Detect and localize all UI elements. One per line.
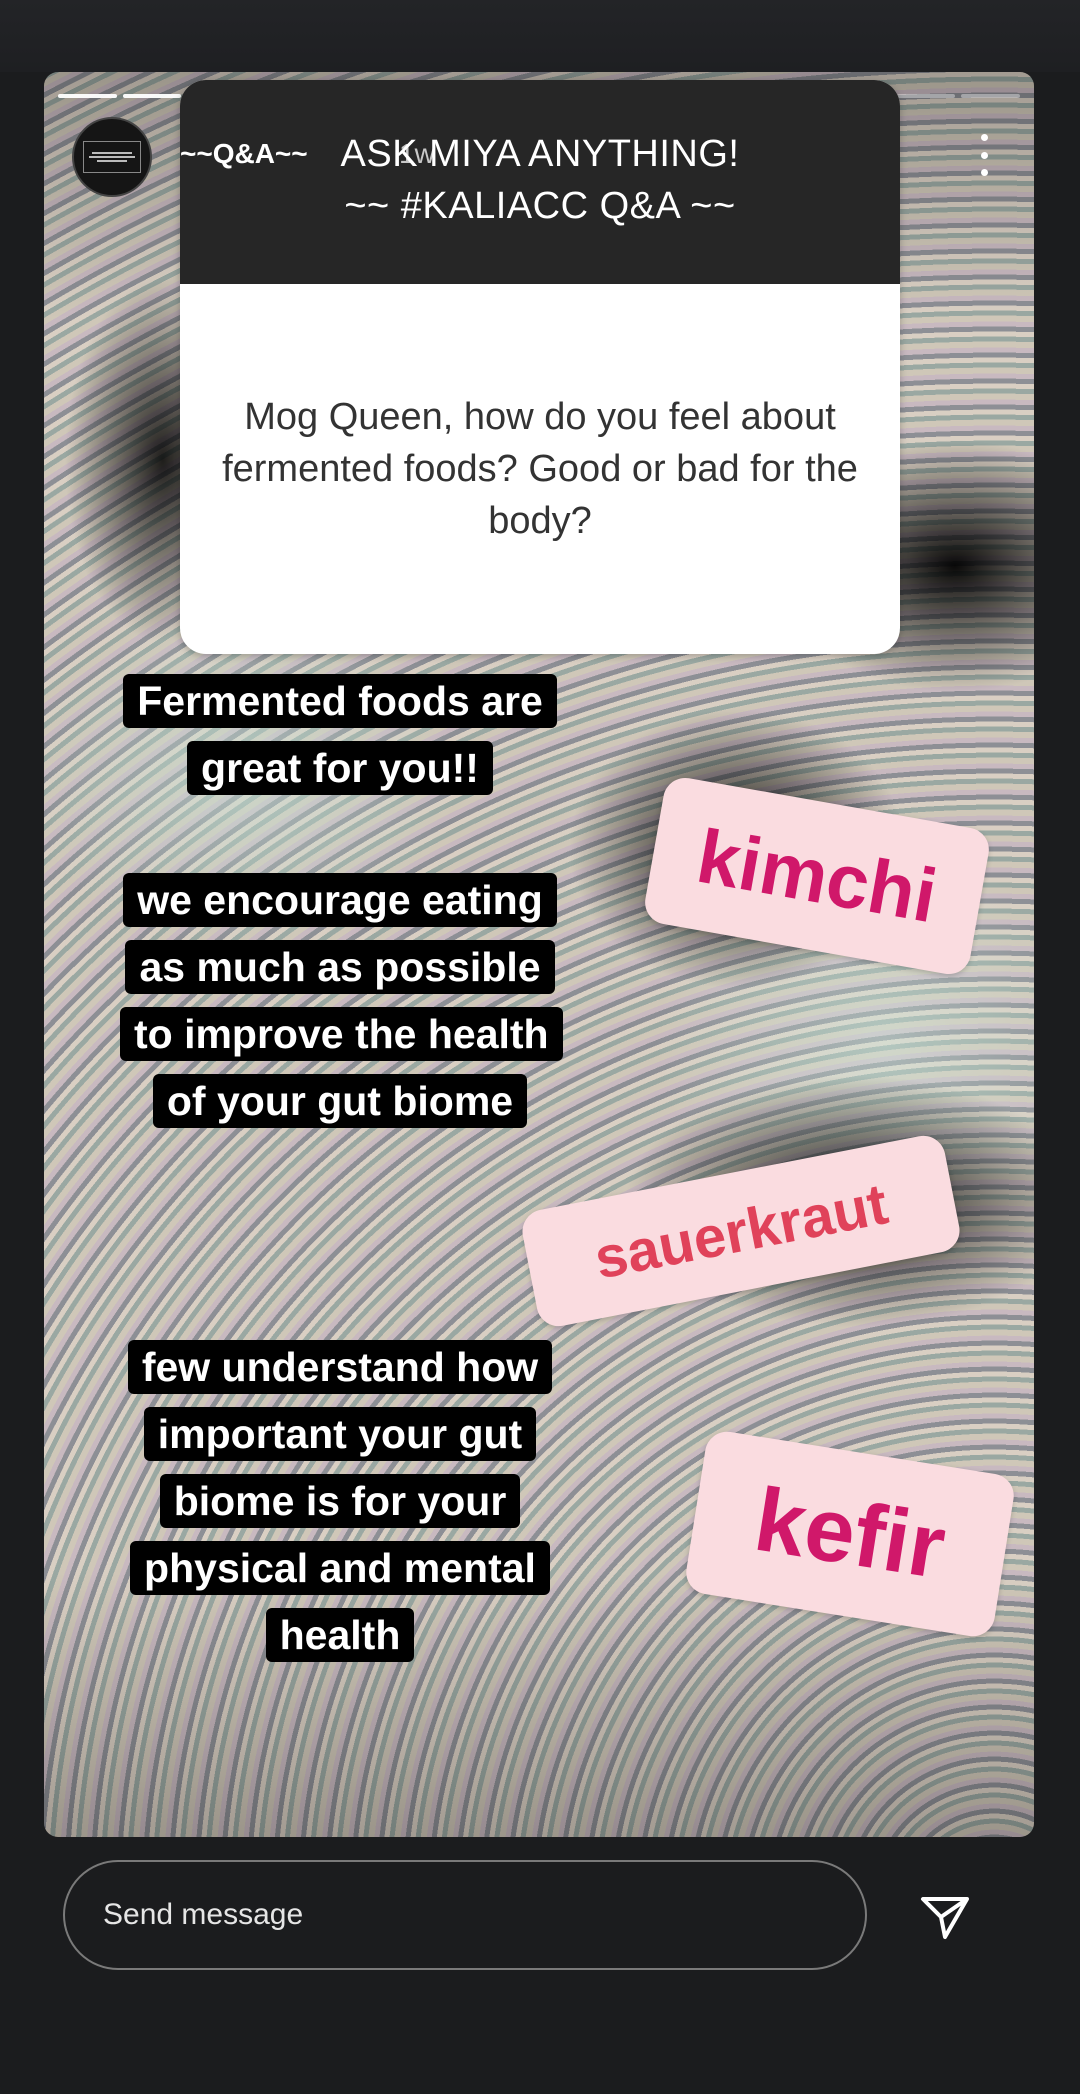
progress-segment: [122, 94, 182, 98]
avatar[interactable]: [72, 117, 152, 197]
caption-text-2: we encourage eating as much as possible …: [120, 873, 563, 1128]
status-area: [0, 0, 1080, 72]
question-header: ASK MIYA ANYTHING! ~~ #KALIACC Q&A ~~: [180, 80, 900, 284]
more-options-icon[interactable]: [978, 134, 990, 176]
send-message-placeholder: Send message: [103, 1898, 304, 1931]
story-username[interactable]: ~~Q&A~~: [180, 138, 308, 170]
avatar-image: [83, 141, 141, 173]
send-icon[interactable]: [916, 1888, 974, 1946]
caption-1: Fermented foods are great for you!!: [120, 668, 560, 802]
question-title-line2: ~~ #KALIACC Q&A ~~: [344, 185, 736, 227]
progress-segment: [961, 94, 1020, 98]
progress-segment: [58, 94, 117, 98]
caption-3: few understand how important your gut bi…: [120, 1334, 560, 1669]
story-timestamp: 1w: [399, 138, 435, 169]
send-message-input[interactable]: Send message: [63, 1860, 867, 1970]
caption-2: we encourage eating as much as possible …: [120, 867, 563, 1135]
caption-text-3: few understand how important your gut bi…: [127, 1340, 553, 1662]
progress-segment: [896, 94, 956, 98]
caption-text-1: Fermented foods are great for you!!: [123, 674, 557, 795]
question-text: Mog Queen, how do you feel about ferment…: [222, 396, 858, 542]
paper-plane-icon: [921, 1897, 969, 1939]
story-frame[interactable]: ASK MIYA ANYTHING! ~~ #KALIACC Q&A ~~ Mo…: [44, 72, 1034, 1837]
